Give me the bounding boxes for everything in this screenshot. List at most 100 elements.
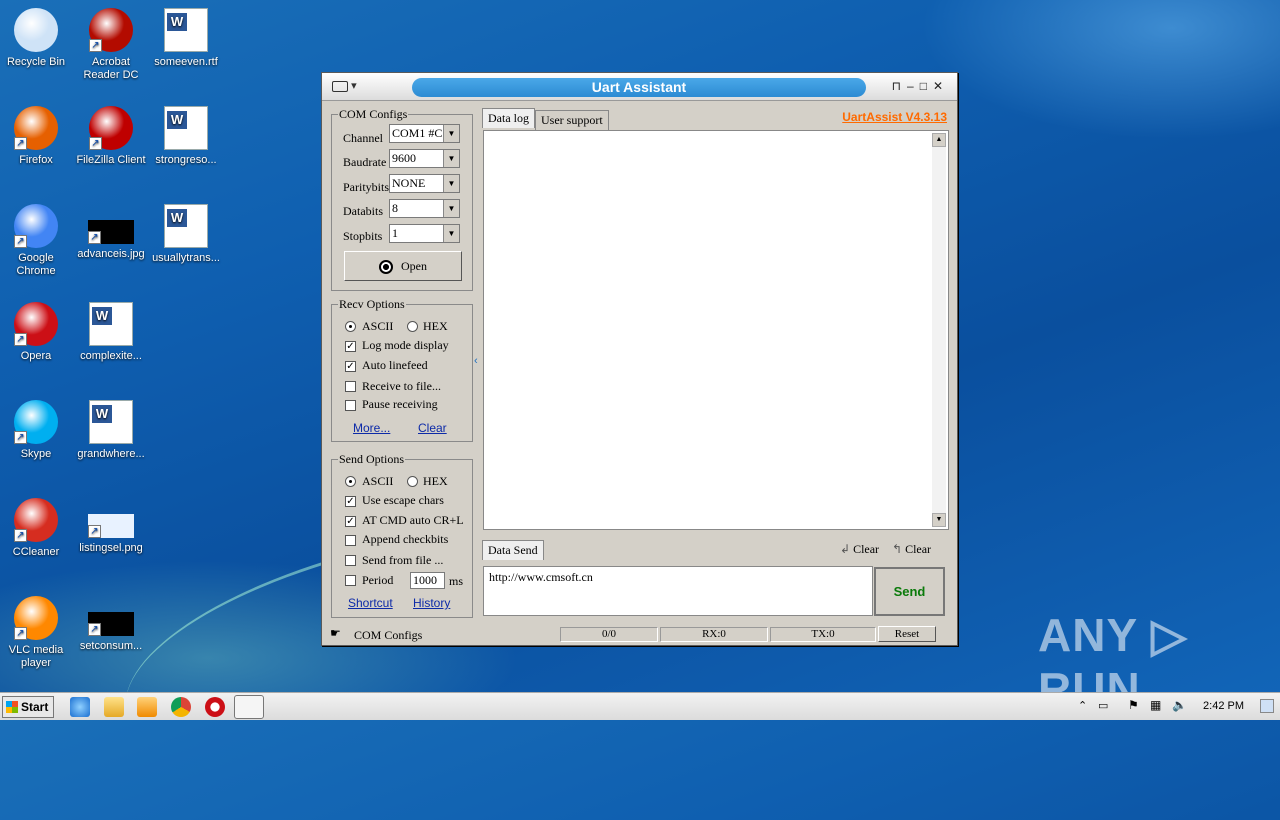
scroll-up-icon[interactable]: ▲ bbox=[932, 133, 946, 147]
paritybits-select[interactable]: NONE ▼ bbox=[389, 174, 460, 193]
databits-select[interactable]: 8 ▼ bbox=[389, 199, 460, 218]
scroll-down-icon[interactable]: ▼ bbox=[932, 513, 946, 527]
explorer-icon[interactable] bbox=[104, 697, 124, 717]
shortcut-arrow-icon: ↗ bbox=[88, 623, 101, 636]
history-link[interactable]: History bbox=[413, 596, 450, 610]
auto-linefeed-label: Auto linefeed bbox=[362, 358, 428, 372]
shortcut-arrow-icon: ↗ bbox=[88, 231, 101, 244]
recv-hex-radio[interactable] bbox=[407, 321, 418, 332]
pause-receiving-checkbox[interactable] bbox=[345, 400, 356, 411]
desktop-icon[interactable]: ↗ listingsel.png bbox=[73, 498, 149, 555]
tray-expand-icon[interactable]: ⌃ bbox=[1078, 699, 1087, 712]
desktop-icon-label: grandwhere... bbox=[77, 448, 145, 460]
desktop-icon[interactable]: Wgrandwhere... bbox=[73, 400, 149, 461]
desktop-icon[interactable]: ↗ Firefox bbox=[0, 106, 74, 167]
open-button[interactable]: Open bbox=[344, 251, 462, 281]
minimize-button[interactable]: – bbox=[907, 79, 920, 93]
period-checkbox[interactable] bbox=[345, 575, 356, 586]
wallpaper-glow bbox=[920, 0, 1280, 140]
recv-more-link[interactable]: More... bbox=[353, 421, 390, 435]
shortcut-arrow-icon: ↗ bbox=[14, 627, 27, 640]
volume-icon[interactable]: 🔈 bbox=[1172, 698, 1187, 712]
clear-send-button-1[interactable]: ↲ Clear bbox=[840, 542, 879, 557]
baudrate-select[interactable]: 9600 ▼ bbox=[389, 149, 460, 168]
append-checkbits-label: Append checkbits bbox=[362, 532, 449, 546]
recv-ascii-radio[interactable] bbox=[345, 321, 356, 332]
media-player-icon[interactable] bbox=[137, 697, 157, 717]
chevron-down-icon[interactable]: ▼ bbox=[443, 125, 459, 142]
close-button[interactable]: ✕ bbox=[933, 79, 949, 93]
flag-icon[interactable]: ⚑ bbox=[1128, 698, 1139, 712]
data-log-scrollbar[interactable]: ▲ ▼ bbox=[932, 133, 946, 527]
desktop-icon[interactable]: ↗ CCleaner bbox=[0, 498, 74, 559]
desktop-icon[interactable]: Wusuallytrans... bbox=[148, 204, 224, 265]
reset-button[interactable]: Reset bbox=[878, 626, 936, 642]
receive-to-file-checkbox[interactable] bbox=[345, 381, 356, 392]
shortcut-link[interactable]: Shortcut bbox=[348, 596, 393, 610]
desktop-icon-label: Opera bbox=[20, 350, 52, 362]
undo-arrow-icon: ↲ bbox=[840, 542, 854, 556]
tab-data-log[interactable]: Data log bbox=[482, 108, 535, 128]
desktop-icon[interactable]: Recycle Bin bbox=[0, 8, 74, 69]
chevron-down-icon[interactable]: ▼ bbox=[443, 175, 459, 192]
period-value: 1000 bbox=[413, 573, 437, 587]
dropdown-arrow-icon: ▾ bbox=[351, 80, 357, 92]
send-from-file-checkbox[interactable] bbox=[345, 555, 356, 566]
system-menu-button[interactable]: ▾ bbox=[332, 79, 372, 95]
clock[interactable]: 2:42 PM bbox=[1203, 700, 1244, 712]
version-link[interactable]: UartAssist V4.3.13 bbox=[842, 110, 947, 124]
status-counter: 0/0 bbox=[560, 627, 658, 642]
stopbits-select[interactable]: 1 ▼ bbox=[389, 224, 460, 243]
send-hex-radio[interactable] bbox=[407, 476, 418, 487]
network-icon[interactable]: ▦ bbox=[1150, 698, 1161, 712]
desktop-icon[interactable]: ↗ setconsum... bbox=[73, 596, 149, 653]
ie-icon[interactable] bbox=[70, 697, 90, 717]
data-log-area[interactable]: ▲ ▼ bbox=[483, 130, 949, 530]
desktop-icon[interactable]: ↗ FileZilla Client bbox=[73, 106, 149, 167]
desktop-icon[interactable]: ↗ advanceis.jpg bbox=[73, 204, 149, 261]
clear-send-button-2[interactable]: ↰ Clear bbox=[892, 542, 931, 557]
chevron-down-icon[interactable]: ▼ bbox=[443, 200, 459, 217]
chevron-down-icon[interactable]: ▼ bbox=[443, 225, 459, 242]
period-input[interactable]: 1000 bbox=[410, 572, 445, 589]
send-input[interactable]: http://www.cmsoft.cn bbox=[483, 566, 873, 616]
taskbar: Start ⌃ ▭ ⚑ ▦ 🔈 2:42 PM bbox=[0, 692, 1280, 720]
use-escape-checkbox[interactable]: ✓ bbox=[345, 496, 356, 507]
chevron-down-icon[interactable]: ▼ bbox=[443, 150, 459, 167]
paritybits-label: Paritybits bbox=[343, 180, 390, 194]
append-checkbits-checkbox[interactable] bbox=[345, 535, 356, 546]
send-button[interactable]: Send bbox=[874, 567, 945, 616]
desktop-icon[interactable]: ↗ VLC media player bbox=[0, 596, 74, 670]
desktop-icon[interactable]: ↗ Acrobat Reader DC bbox=[73, 8, 149, 82]
word-doc-icon: W bbox=[89, 400, 133, 444]
desktop-icon[interactable]: Wstrongreso... bbox=[148, 106, 224, 167]
start-button[interactable]: Start bbox=[2, 696, 54, 718]
pin-icon[interactable]: ⊓ bbox=[892, 79, 907, 93]
paritybits-value: NONE bbox=[392, 176, 426, 190]
maximize-button[interactable]: □ bbox=[920, 79, 933, 93]
tab-data-send[interactable]: Data Send bbox=[482, 540, 544, 560]
tab-user-support[interactable]: User support bbox=[535, 110, 609, 130]
databits-label: Databits bbox=[343, 204, 383, 218]
chevron-left-icon[interactable]: ‹ bbox=[474, 355, 478, 367]
uart-assistant-taskbar-icon[interactable] bbox=[234, 695, 264, 719]
desktop-icon[interactable]: Wsomeeven.rtf bbox=[148, 8, 224, 69]
desktop-icon[interactable]: ↗ Opera bbox=[0, 302, 74, 363]
channel-select[interactable]: COM1 #C ▼ bbox=[389, 124, 460, 143]
desktop-icon[interactable]: Wcomplexite... bbox=[73, 302, 149, 363]
send-ascii-radio[interactable] bbox=[345, 476, 356, 487]
log-mode-checkbox[interactable]: ✓ bbox=[345, 341, 356, 352]
recv-clear-link[interactable]: Clear bbox=[418, 421, 447, 435]
open-button-label: Open bbox=[401, 259, 427, 273]
panel-splitter[interactable]: ‹ bbox=[474, 323, 480, 403]
show-desktop-button[interactable] bbox=[1260, 699, 1274, 713]
at-cmd-checkbox[interactable]: ✓ bbox=[345, 516, 356, 527]
opera-icon[interactable] bbox=[205, 697, 225, 717]
recycle-bin-icon bbox=[14, 8, 58, 52]
auto-linefeed-checkbox[interactable]: ✓ bbox=[345, 361, 356, 372]
network-adapter-icon[interactable]: ▭ bbox=[1098, 699, 1108, 712]
desktop-icon[interactable]: ↗ Skype bbox=[0, 400, 74, 461]
chrome-icon[interactable] bbox=[171, 697, 191, 717]
desktop-icon[interactable]: ↗ Google Chrome bbox=[0, 204, 74, 278]
title-bar[interactable]: ▾ Uart Assistant ⊓–□✕ bbox=[322, 73, 957, 101]
